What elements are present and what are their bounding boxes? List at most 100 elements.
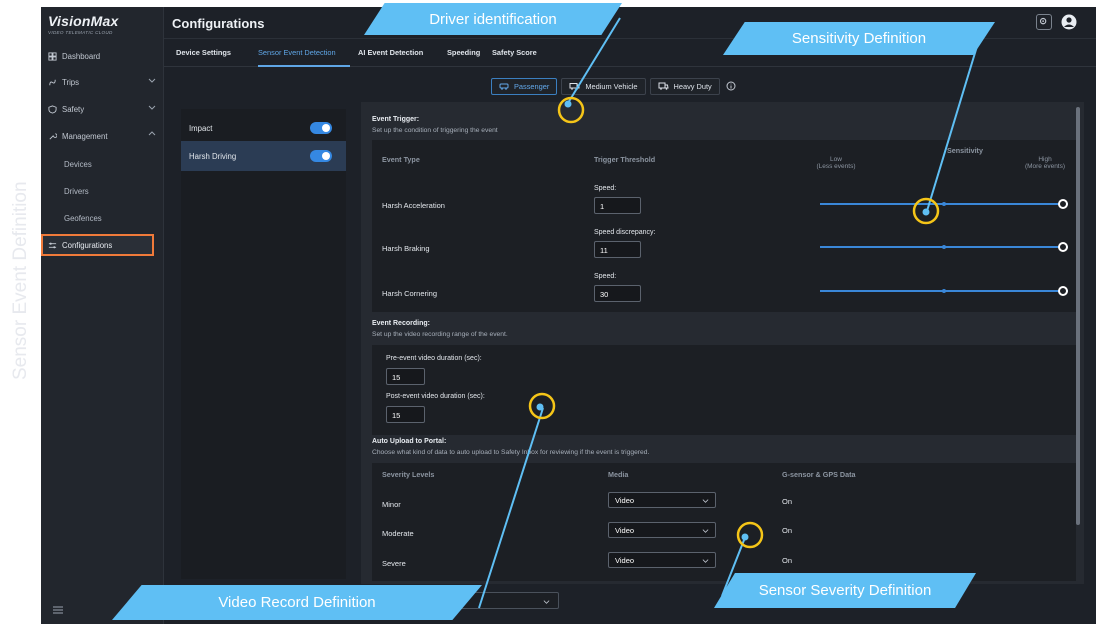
column-header-gsensor: G-sensor & GPS Data xyxy=(782,470,856,479)
tab-sensor-event-detection[interactable]: Sensor Event Detection xyxy=(258,48,336,57)
sensitivity-high-label: High (More events) xyxy=(1024,156,1066,170)
media-select[interactable]: Video xyxy=(608,522,716,538)
sidebar-item-label: Management xyxy=(62,131,108,141)
chevron-down-icon xyxy=(702,529,709,533)
truck-icon xyxy=(658,82,669,90)
event-recording-desc: Set up the video recording range of the … xyxy=(372,331,508,338)
event-label: Impact xyxy=(189,123,213,133)
callout-driver-identification: Driver identification xyxy=(364,3,622,35)
threshold-field-label: Speed discrepancy: xyxy=(594,229,656,236)
severity-level-cell: Moderate xyxy=(382,529,414,538)
event-trigger-heading: Event Trigger: xyxy=(372,116,420,123)
scrollbar[interactable] xyxy=(1076,107,1080,525)
sidebar-item-trips[interactable]: Trips xyxy=(48,73,156,91)
bottom-select[interactable] xyxy=(459,592,559,609)
chevron-down-icon xyxy=(702,499,709,503)
wrench-icon xyxy=(49,132,57,140)
callout-sensor-severity-definition: Sensor Severity Definition xyxy=(714,573,976,608)
tab-safety-score[interactable]: Safety Score xyxy=(492,48,537,57)
logo: VisionMax VIDEO TELEMATIC CLOUD xyxy=(48,13,119,35)
threshold-field-label: Speed: xyxy=(594,185,617,192)
tab-ai-event-detection[interactable]: AI Event Detection xyxy=(358,48,423,57)
event-item-impact[interactable]: Impact xyxy=(181,113,346,143)
event-toggle[interactable] xyxy=(310,122,332,134)
slider-knob[interactable] xyxy=(1058,242,1068,252)
auto-upload-heading: Auto Upload to Portal: xyxy=(372,438,447,445)
sidebar-item-label: Trips xyxy=(62,77,80,87)
sensitivity-slider[interactable] xyxy=(820,199,1068,209)
threshold-input[interactable]: 30 xyxy=(594,285,641,302)
callout-sensitivity-definition: Sensitivity Definition xyxy=(723,22,995,55)
sidebar-item-safety[interactable]: Safety xyxy=(48,100,156,118)
sidebar-subitem-devices[interactable]: Devices xyxy=(64,160,92,169)
toggle-knob xyxy=(322,124,330,132)
sidebar: VisionMax VIDEO TELEMATIC CLOUD Dashboar… xyxy=(41,7,164,624)
vehicle-label: Passenger xyxy=(514,81,550,91)
threshold-field-label: Speed: xyxy=(594,273,617,280)
severity-level-cell: Severe xyxy=(382,559,406,568)
app-window: VisionMax VIDEO TELEMATIC CLOUD Dashboar… xyxy=(41,7,1096,624)
screenshot-stage: Sensor Event Definition VisionMax VIDEO … xyxy=(0,0,1096,624)
event-list: Impact Harsh Driving xyxy=(181,109,346,579)
chevron-down-icon xyxy=(702,559,709,563)
auto-upload-table: Severity Levels Media G-sensor & GPS Dat… xyxy=(372,463,1076,581)
tab-speeding[interactable]: Speeding xyxy=(447,48,480,57)
media-select[interactable]: Video xyxy=(608,552,716,568)
column-header-sensitivity: Sensitivity xyxy=(947,146,983,155)
slider-knob[interactable] xyxy=(1058,286,1068,296)
page-title: Configurations xyxy=(172,16,265,31)
sliders-icon xyxy=(48,242,57,248)
sidebar-item-dashboard[interactable]: Dashboard xyxy=(48,47,156,65)
event-type-cell: Harsh Cornering xyxy=(382,289,438,298)
callout-video-record-definition: Video Record Definition xyxy=(112,585,482,620)
media-select-value: Video xyxy=(615,526,635,535)
event-item-harsh-driving[interactable]: Harsh Driving xyxy=(181,141,346,171)
collapse-menu-icon[interactable] xyxy=(53,606,63,614)
sidebar-item-configurations[interactable]: Configurations xyxy=(41,234,154,256)
gsensor-cell: On xyxy=(782,497,793,506)
gsensor-cell: On xyxy=(782,526,793,535)
sensitivity-slider[interactable] xyxy=(820,286,1068,296)
active-tab-indicator xyxy=(258,65,350,67)
vehicle-passenger-button[interactable]: Passenger xyxy=(491,77,558,95)
vehicle-medium-button[interactable]: Medium Vehicle xyxy=(561,77,646,95)
tab-device-settings[interactable]: Device Settings xyxy=(176,48,231,57)
info-icon[interactable] xyxy=(726,81,736,91)
sensitivity-slider[interactable] xyxy=(820,242,1068,252)
media-select-value: Video xyxy=(615,556,635,565)
vehicle-heavy-duty-button[interactable]: Heavy Duty xyxy=(649,77,720,95)
column-header-threshold: Trigger Threshold xyxy=(594,155,656,164)
chevron-down-icon xyxy=(148,105,156,110)
media-select[interactable]: Video xyxy=(608,492,716,508)
sensitivity-low-label: Low (Less events) xyxy=(816,156,856,170)
chevron-down-icon xyxy=(543,600,550,604)
settings-button[interactable] xyxy=(1036,14,1052,30)
severity-level-cell: Minor xyxy=(382,500,401,509)
dashboard-icon xyxy=(48,51,57,61)
gear-icon xyxy=(1039,17,1047,25)
threshold-input[interactable]: 1 xyxy=(594,197,641,214)
chevron-up-icon xyxy=(148,131,156,136)
logo-subtitle: VIDEO TELEMATIC CLOUD xyxy=(48,30,113,35)
sidebar-subitem-drivers[interactable]: Drivers xyxy=(64,187,89,196)
vehicle-label: Medium Vehicle xyxy=(585,81,638,91)
car-icon xyxy=(499,83,509,90)
sidebar-subitem-geofences[interactable]: Geofences xyxy=(64,214,102,223)
post-event-input[interactable]: 15 xyxy=(386,406,425,423)
logo-text: VisionMax xyxy=(48,13,119,29)
pre-event-input[interactable]: 15 xyxy=(386,368,425,385)
van-icon xyxy=(569,83,580,90)
threshold-input[interactable]: 11 xyxy=(594,241,641,258)
shield-icon xyxy=(48,104,57,114)
vehicle-type-selector: Passenger Medium Vehicle Heavy Duty xyxy=(491,77,736,95)
sidebar-item-label: Configurations xyxy=(62,240,113,250)
column-header-media: Media xyxy=(608,470,629,479)
event-trigger-desc: Set up the condition of triggering the e… xyxy=(372,127,498,134)
sidebar-item-management[interactable]: Management xyxy=(48,127,156,145)
avatar[interactable] xyxy=(1061,14,1077,30)
media-select-value: Video xyxy=(615,496,635,505)
vehicle-label: Heavy Duty xyxy=(673,81,712,91)
gsensor-cell: On xyxy=(782,556,793,565)
event-toggle[interactable] xyxy=(310,150,332,162)
slider-knob[interactable] xyxy=(1058,199,1068,209)
